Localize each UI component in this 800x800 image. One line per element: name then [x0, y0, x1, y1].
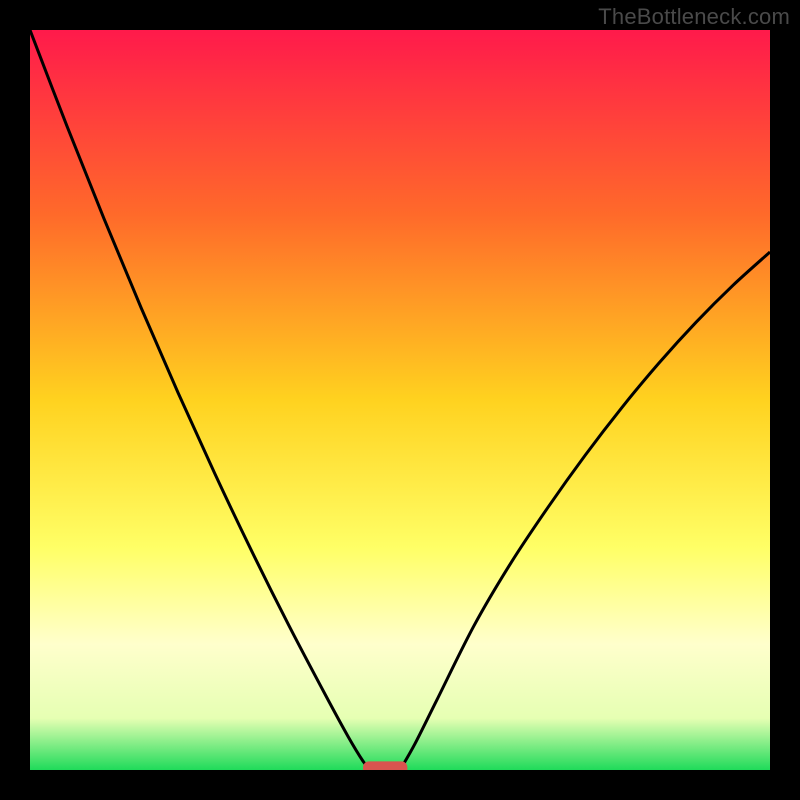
chart-frame: TheBottleneck.com — [0, 0, 800, 800]
min-marker — [363, 761, 407, 770]
watermark-text: TheBottleneck.com — [598, 4, 790, 30]
bottleneck-plot — [30, 30, 770, 770]
gradient-background — [30, 30, 770, 770]
